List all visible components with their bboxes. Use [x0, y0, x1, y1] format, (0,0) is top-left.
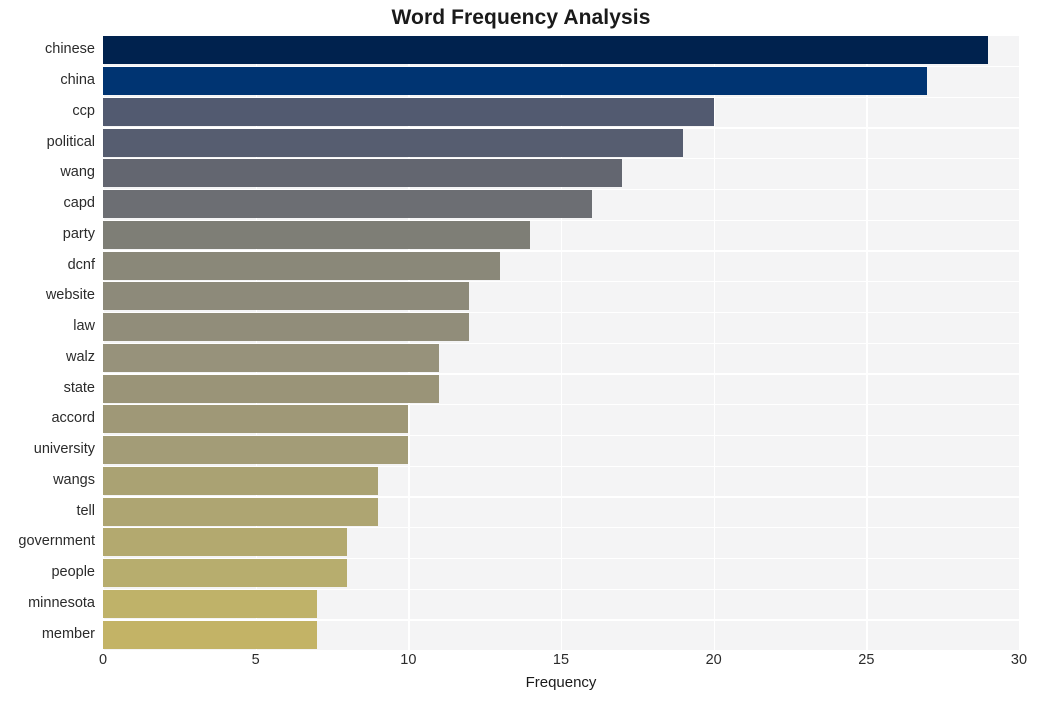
bar	[103, 67, 928, 96]
x-axis-title: Frequency	[525, 674, 597, 691]
bar	[103, 97, 714, 126]
y-axis-tick-label: political	[46, 133, 95, 150]
bar	[103, 343, 439, 372]
y-axis-tick-label: minnesota	[28, 594, 95, 611]
bar	[103, 374, 439, 403]
y-axis-tick-label: party	[62, 225, 95, 242]
x-axis-tick-label: 30	[1010, 652, 1028, 668]
y-axis-tick-label: dcnf	[67, 256, 95, 273]
bar	[103, 466, 378, 495]
bar	[103, 436, 409, 465]
y-axis-tick-label: member	[41, 625, 95, 642]
y-axis-tick-label: accord	[51, 410, 95, 427]
x-axis-tick-labels: 0 5 10 15 20 25 30	[0, 652, 1042, 676]
y-axis-tick-label: china	[60, 72, 95, 89]
y-axis-tick-labels: chinese china ccp political wang capd party dcn…	[0, 35, 95, 650]
gridline-vertical	[408, 35, 410, 650]
gridline-vertical	[713, 35, 716, 650]
y-axis-tick-label: people	[51, 564, 95, 581]
gridline-vertical	[561, 35, 563, 650]
y-axis-tick-label: state	[63, 379, 95, 396]
bar	[103, 405, 409, 434]
gridline-vertical	[103, 35, 105, 650]
bar	[103, 282, 470, 311]
y-axis-tick-label: tell	[76, 502, 95, 519]
gridline-vertical	[255, 35, 258, 650]
y-axis-tick-label: walz	[65, 348, 95, 365]
bar	[103, 559, 348, 588]
x-axis-tick-label: 20	[705, 652, 722, 668]
plot-area	[103, 35, 1019, 650]
x-axis-tick-label: 15	[552, 652, 570, 668]
y-axis-tick-label: website	[45, 287, 95, 304]
bar	[103, 128, 684, 157]
y-axis-tick-label: university	[33, 441, 95, 458]
bar	[103, 313, 470, 342]
bar	[103, 589, 317, 618]
bar	[103, 190, 592, 219]
y-axis-tick-label: wang	[60, 164, 95, 181]
x-axis-tick-label: 10	[400, 652, 417, 668]
y-axis-tick-label: wangs	[53, 471, 95, 488]
y-axis-tick-label: capd	[63, 195, 95, 212]
bar	[103, 251, 500, 280]
y-axis-tick-label: chinese	[45, 41, 95, 58]
word-frequency-chart: Word Frequency Analysis chinese china ccp p…	[0, 0, 1042, 701]
x-axis-tick-label: 25	[858, 652, 875, 668]
gridline-vertical	[866, 35, 868, 650]
x-axis-tick-label: 0	[98, 652, 108, 668]
bar	[103, 220, 531, 249]
y-axis-tick-label: law	[73, 318, 95, 335]
bar	[103, 159, 623, 188]
bar	[103, 528, 348, 557]
y-axis-tick-label: ccp	[72, 102, 95, 119]
chart-title: Word Frequency Analysis	[391, 6, 651, 29]
bar	[103, 36, 989, 65]
x-axis-tick-label: 5	[251, 652, 260, 668]
bar	[103, 497, 378, 526]
y-axis-tick-label: government	[18, 533, 95, 550]
bar	[103, 620, 317, 649]
